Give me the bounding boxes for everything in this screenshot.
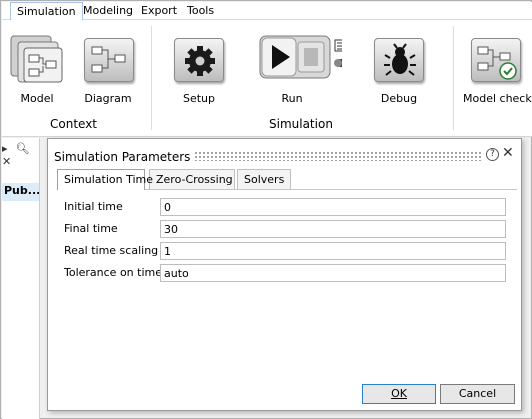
menu-modeling[interactable]: Modeling — [83, 4, 133, 17]
tab-zero-crossing[interactable]: Zero-Crossing — [149, 169, 235, 189]
menu-bar: Simulation Modeling Export Tools — [2, 2, 532, 21]
ribbon-separator — [453, 26, 454, 130]
field-label: Tolerance on time — [64, 266, 163, 279]
menu-tools[interactable]: Tools — [187, 4, 214, 17]
bug-icon — [374, 38, 424, 82]
final-time-input[interactable] — [160, 220, 506, 238]
context-group-label: Context — [50, 117, 98, 131]
tab-content: Initial time Final time Real time scalin… — [57, 189, 517, 374]
search-icon[interactable]: 🔍︎ — [16, 142, 30, 155]
close-icon[interactable]: ✕ — [2, 155, 11, 168]
model-icon — [10, 35, 63, 83]
real-time-scaling-row: Real time scaling — [64, 242, 509, 260]
tab-solvers[interactable]: Solvers — [237, 169, 291, 189]
gear-icon — [174, 38, 224, 82]
simulation-group-label: Simulation — [269, 117, 333, 131]
debug-label: Debug — [380, 92, 418, 105]
simulation-parameters-dialog: Simulation Parameters ? ✕ Simulation Tim… — [47, 138, 522, 411]
model-check-button[interactable]: Model check — [463, 30, 532, 110]
real-time-scaling-input[interactable] — [160, 242, 506, 260]
cancel-button[interactable]: Cancel — [440, 384, 515, 404]
run-button[interactable]: Run — [258, 30, 342, 110]
tolerance-on-time-row: Tolerance on time — [64, 264, 509, 282]
application-window: Simulation Modeling Export Tools Model D… — [0, 0, 532, 419]
selected-tree-item[interactable]: Pub... — [2, 183, 39, 201]
tolerance-on-time-input[interactable] — [160, 264, 506, 282]
diagram-icon — [84, 38, 134, 82]
left-panel: ▸ 🔍︎ ✕ Pub... — [2, 138, 40, 419]
model-check-icon — [471, 38, 521, 82]
field-label: Real time scaling — [64, 244, 159, 257]
panel-menu-icon[interactable]: ▸ — [2, 142, 12, 155]
drag-handle[interactable] — [194, 151, 482, 161]
field-label: Initial time — [64, 200, 123, 213]
setup-label: Setup — [182, 92, 216, 105]
menu-export[interactable]: Export — [141, 4, 177, 17]
diagram-button[interactable]: Diagram — [80, 30, 136, 110]
ribbon: Model Diagram Context Setup Run Debug Si… — [2, 20, 532, 137]
diagram-label: Diagram — [84, 92, 132, 105]
model-check-label: Model check — [463, 92, 532, 105]
initial-time-row: Initial time — [64, 198, 509, 216]
menu-simulation[interactable]: Simulation — [10, 2, 83, 21]
ok-button[interactable]: OK — [362, 384, 436, 404]
debug-button[interactable]: Debug — [370, 30, 428, 110]
ok-button-label: OK — [391, 387, 407, 400]
help-icon[interactable]: ? — [486, 148, 499, 161]
play-icon — [259, 35, 342, 79]
initial-time-input[interactable] — [160, 198, 506, 216]
left-panel-toolbar: ▸ 🔍︎ ✕ — [2, 142, 39, 168]
ribbon-separator — [151, 26, 152, 130]
model-button[interactable]: Model — [8, 30, 66, 110]
field-label: Final time — [64, 222, 118, 235]
setup-button[interactable]: Setup — [170, 30, 228, 110]
dialog-title: Simulation Parameters — [54, 150, 191, 164]
tab-simulation-time[interactable]: Simulation Time — [57, 169, 153, 190]
model-label: Model — [20, 92, 54, 105]
cancel-button-label: Cancel — [458, 387, 497, 400]
run-label: Run — [281, 92, 303, 105]
close-icon[interactable]: ✕ — [502, 145, 514, 161]
final-time-row: Final time — [64, 220, 509, 238]
